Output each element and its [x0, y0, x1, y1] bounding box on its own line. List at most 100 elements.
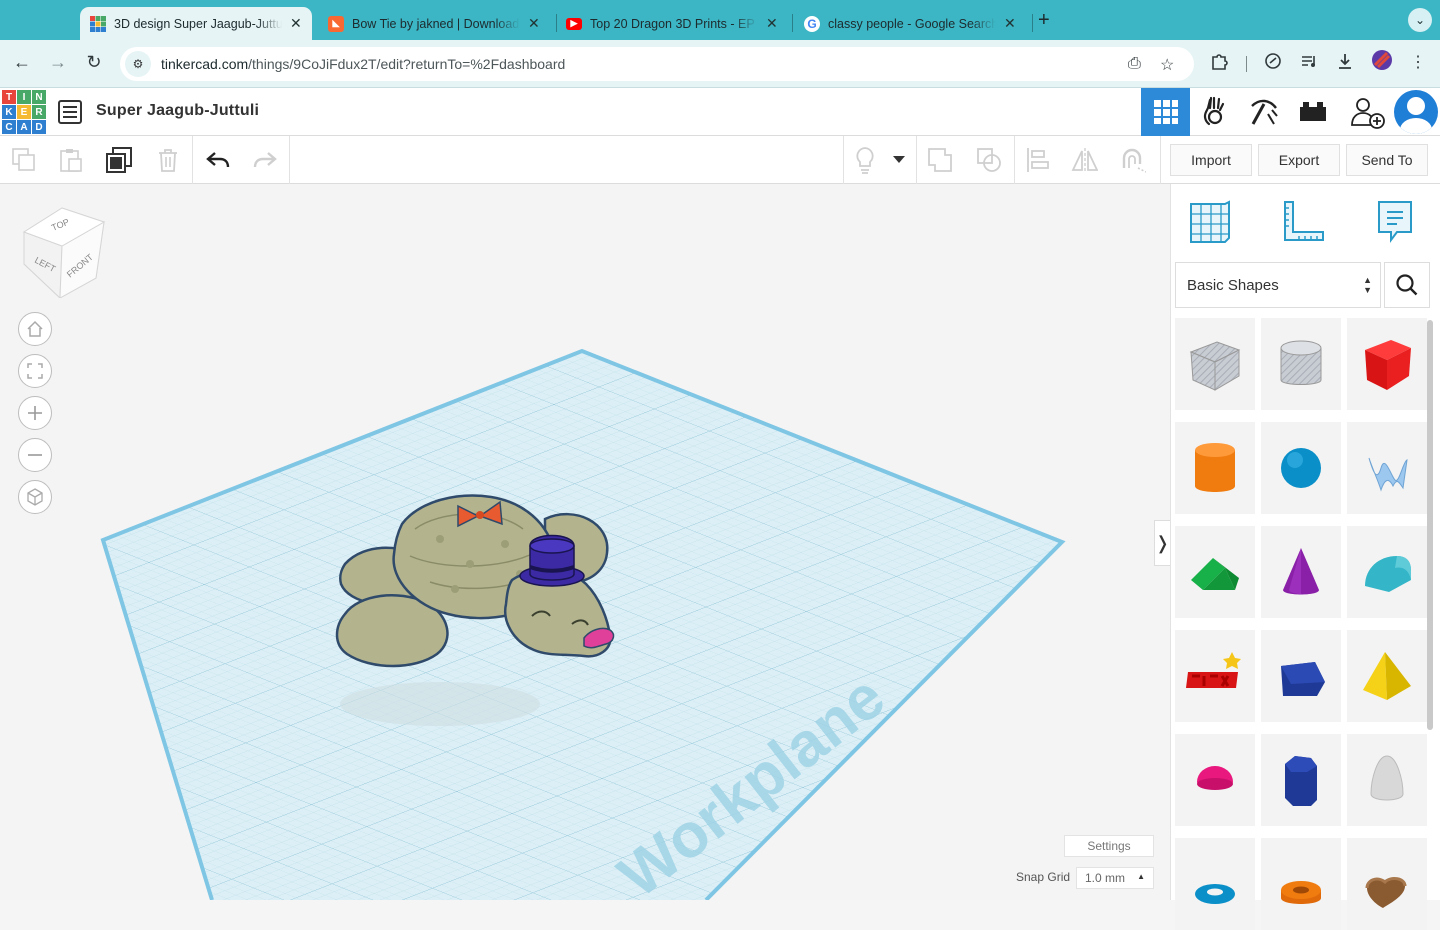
cruise-magnet-icon[interactable]: [1118, 146, 1146, 174]
mirror-icon[interactable]: [1070, 146, 1098, 174]
workplane-canvas[interactable]: Workplane: [0, 184, 1170, 900]
shape-cylinder-hole[interactable]: [1261, 318, 1341, 410]
shape-polygon[interactable]: [1261, 734, 1341, 826]
group-icon[interactable]: [926, 146, 954, 174]
shape-box-hole[interactable]: [1175, 318, 1255, 410]
redo-icon[interactable]: [251, 146, 279, 174]
text-3d-icon: [1186, 652, 1241, 688]
shape-cone[interactable]: [1261, 526, 1341, 618]
shape-category-select[interactable]: Basic Shapes ▲ ▼: [1175, 262, 1381, 308]
box-hole-icon: [1189, 341, 1241, 391]
lightbulb-dropdown-icon[interactable]: [888, 146, 910, 174]
snap-grid-select[interactable]: 1.0 mm ▲: [1076, 867, 1154, 889]
browser-menu-icon[interactable]: ⋮: [1410, 52, 1426, 72]
import-button[interactable]: Import: [1170, 144, 1252, 176]
install-app-icon[interactable]: ⎙: [1128, 55, 1141, 73]
home-view-icon[interactable]: [18, 312, 52, 346]
tinkercad-logo[interactable]: T I N K E R C A D: [2, 90, 46, 134]
shape-scribble[interactable]: [1347, 422, 1427, 514]
blocks-sim-button[interactable]: [1190, 88, 1239, 136]
ungroup-icon[interactable]: [975, 146, 1003, 174]
url-path: /things/9CoJiFdux2T/edit?returnTo=%2Fdas…: [248, 56, 566, 72]
collapse-panel-chevron-icon[interactable]: ❭: [1154, 520, 1170, 566]
shape-pyramid[interactable]: [1347, 630, 1427, 722]
logo-letter: N: [32, 90, 46, 104]
extensions-puzzle-icon[interactable]: [1210, 52, 1228, 75]
ruler-icon: [1284, 201, 1324, 241]
tab-title: classy people - Google Search: [828, 16, 996, 31]
shape-box[interactable]: [1347, 318, 1427, 410]
tab-search-chevron-icon[interactable]: ⌄: [1408, 8, 1432, 32]
shape-polygon-block[interactable]: [1261, 630, 1341, 722]
shape-sphere[interactable]: [1261, 422, 1341, 514]
shape-heart[interactable]: [1347, 838, 1427, 930]
ruler-tool-button[interactable]: [1279, 198, 1327, 246]
profile-avatar-icon[interactable]: [1372, 50, 1392, 75]
close-tab-icon[interactable]: ✕: [290, 15, 302, 32]
shape-half-sphere[interactable]: [1175, 734, 1255, 826]
shape-text[interactable]: [1175, 630, 1255, 722]
add-user-icon: [1350, 98, 1385, 129]
shape-paraboloid[interactable]: [1347, 734, 1427, 826]
logo-letter: K: [2, 105, 16, 119]
copy-icon[interactable]: [10, 146, 38, 174]
export-button[interactable]: Export: [1258, 144, 1340, 176]
duplicate-icon[interactable]: [105, 146, 133, 174]
shape-torus[interactable]: [1175, 838, 1255, 930]
workplane-tool-button[interactable]: [1187, 198, 1235, 246]
delete-trash-icon[interactable]: [154, 146, 182, 174]
user-avatar[interactable]: [1394, 90, 1438, 134]
3d-workspace[interactable]: Workplane TOP LEFT FRONT ❭ Settings Snap…: [0, 184, 1170, 900]
design-title[interactable]: Super Jaagub-Juttuli: [96, 102, 259, 120]
reload-icon[interactable]: ↻: [82, 52, 106, 73]
browser-tab[interactable]: ▶ Top 20 Dragon 3D Prints - EP ✕: [556, 7, 792, 40]
lightbulb-icon[interactable]: [851, 146, 879, 174]
perspective-toggle-icon[interactable]: [18, 480, 52, 514]
3d-view-button[interactable]: [1141, 88, 1190, 136]
logo-letter: E: [17, 105, 31, 119]
lego-bricks-button[interactable]: [1288, 88, 1337, 136]
browser-tab[interactable]: ◣ Bow Tie by jakned | Download ✕: [318, 7, 554, 40]
toolbar-divider: [192, 136, 193, 184]
fit-view-icon[interactable]: [18, 354, 52, 388]
address-bar[interactable]: ⚙ tinkercad.com/things/9CoJiFdux2T/edit?…: [120, 47, 1194, 81]
close-tab-icon[interactable]: ✕: [1004, 15, 1016, 32]
view-cube[interactable]: TOP LEFT FRONT: [20, 206, 110, 303]
back-arrow-icon[interactable]: ←: [10, 52, 34, 73]
forward-arrow-icon[interactable]: →: [46, 52, 70, 73]
site-info-icon[interactable]: ⚙: [125, 51, 151, 77]
shape-cylinder[interactable]: [1175, 422, 1255, 514]
toolbar-divider: [916, 136, 917, 184]
invite-people-button[interactable]: [1342, 88, 1391, 136]
zoom-out-icon[interactable]: [18, 438, 52, 472]
youtube-favicon-icon: ▶: [566, 17, 582, 30]
zoom-in-icon[interactable]: [18, 396, 52, 430]
media-controls-icon[interactable]: [1300, 52, 1318, 75]
shape-round-roof[interactable]: [1347, 526, 1427, 618]
tab-title: Bow Tie by jakned | Download: [352, 16, 520, 31]
shapes-panel: Basic Shapes ▲ ▼: [1170, 184, 1440, 930]
browser-tab[interactable]: G classy people - Google Search ✕: [794, 7, 1030, 40]
new-tab-button[interactable]: +: [1038, 9, 1050, 32]
close-tab-icon[interactable]: ✕: [766, 15, 778, 32]
shape-tube[interactable]: [1261, 838, 1341, 930]
panel-scrollbar[interactable]: [1427, 320, 1433, 730]
note-bubble-icon: [1378, 201, 1412, 243]
browser-tab-active[interactable]: 3D design Super Jaagub-Juttuli ✕: [80, 7, 312, 40]
settings-button[interactable]: Settings: [1064, 835, 1154, 857]
close-tab-icon[interactable]: ✕: [528, 15, 540, 32]
notes-tool-button[interactable]: [1371, 198, 1419, 246]
bookmark-star-icon[interactable]: ☆: [1160, 55, 1174, 75]
design-list-icon[interactable]: [58, 100, 82, 124]
performance-icon[interactable]: [1264, 52, 1282, 75]
align-icon[interactable]: [1024, 146, 1052, 174]
paste-icon[interactable]: [57, 146, 85, 174]
build-brick-button[interactable]: [1239, 88, 1288, 136]
send-to-button[interactable]: Send To: [1346, 144, 1428, 176]
shape-roof[interactable]: [1175, 526, 1255, 618]
pickaxe-icon: [1250, 99, 1278, 125]
shape-search-button[interactable]: [1384, 262, 1430, 308]
undo-icon[interactable]: [204, 146, 232, 174]
url-text[interactable]: tinkercad.com/things/9CoJiFdux2T/edit?re…: [161, 56, 565, 72]
download-icon[interactable]: [1336, 52, 1354, 75]
